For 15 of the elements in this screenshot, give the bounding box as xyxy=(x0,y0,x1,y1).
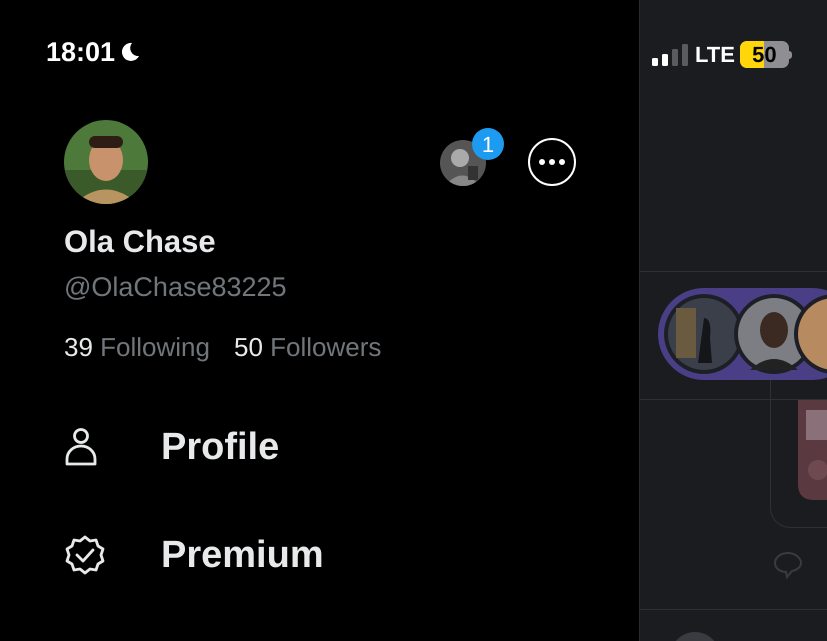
comment-icon xyxy=(772,550,804,580)
account-name: Ola Chase xyxy=(64,223,217,261)
stat-link[interactable]: 39 Following xyxy=(64,330,210,364)
account-handle: @OlaChase83225 xyxy=(64,271,288,304)
status-time: 18:01 xyxy=(46,36,116,69)
person-icon xyxy=(64,427,98,467)
signal-icon xyxy=(652,42,690,66)
more-options-button[interactable] xyxy=(528,138,576,186)
moon-icon xyxy=(119,41,142,64)
verified-badge-icon xyxy=(64,534,106,576)
menu-item[interactable]: Premium xyxy=(64,532,575,578)
network-label: LTE xyxy=(695,41,735,69)
menu-item[interactable]: Profile xyxy=(64,424,575,470)
notification-badge: 1 xyxy=(472,128,504,160)
stat-link[interactable]: 50 Followers xyxy=(234,330,382,364)
